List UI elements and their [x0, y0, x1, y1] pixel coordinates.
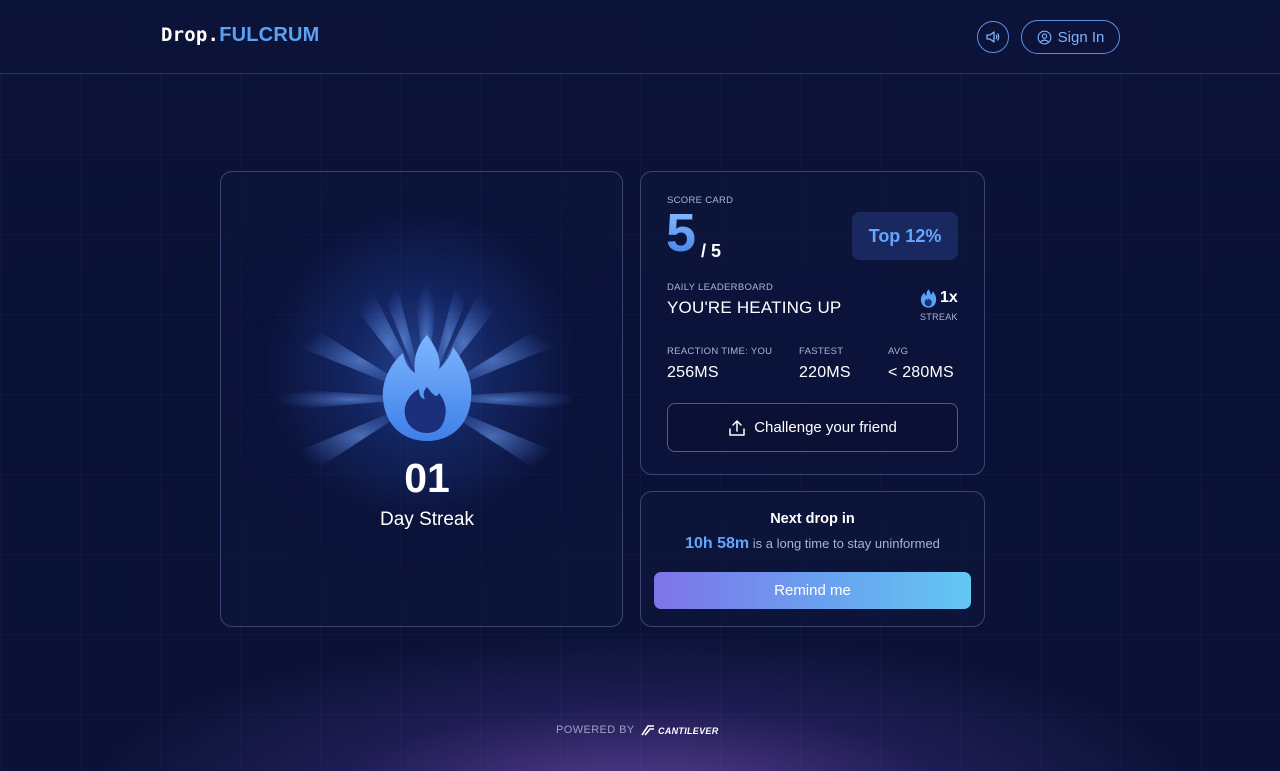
app-logo[interactable]: Drop.FULCRUM [161, 24, 319, 47]
stat-value-avg: < 280MS [888, 364, 954, 381]
speaker-icon [986, 31, 1000, 43]
streak-count: 01 [404, 455, 450, 501]
rank-badge: Top 12% [852, 212, 958, 260]
streak-label: Day Streak [380, 509, 474, 530]
cantilever-logo[interactable]: CANTILEVER [640, 722, 719, 740]
sound-toggle-button[interactable] [977, 21, 1009, 53]
powered-by-text: POWERED BY [556, 724, 635, 736]
sign-in-label: Sign In [1057, 28, 1105, 46]
next-drop-countdown: 10h 58m is a long time to stay uninforme… [640, 535, 985, 553]
stat-label-avg: AVG [888, 346, 909, 357]
logo-fulcrum-text: FULCRUM [219, 24, 320, 46]
leaderboard-label: DAILY LEADERBOARD [667, 282, 774, 293]
challenge-label: Challenge your friend [754, 419, 897, 436]
logo-drop-text: Drop. [161, 24, 220, 46]
flame-icon [382, 335, 472, 441]
status-text: YOU'RE HEATING UP [667, 298, 842, 317]
cantilever-mark-icon [641, 725, 654, 736]
remind-me-label: Remind me [774, 582, 851, 599]
remind-me-button[interactable]: Remind me [654, 572, 971, 609]
sign-in-button[interactable]: Sign In [1021, 20, 1120, 54]
streak-multiplier-label: STREAK [920, 312, 958, 322]
next-drop-title: Next drop in [770, 511, 855, 527]
stat-label-fastest: FASTEST [799, 346, 844, 357]
score-total: / 5 [701, 241, 722, 261]
user-circle-icon [1037, 30, 1052, 44]
cantilever-brand: CANTILEVER [658, 726, 719, 736]
score-value: 5 [666, 203, 697, 263]
stat-label-reaction: REACTION TIME: YOU [667, 346, 773, 357]
countdown-time: 10h 58m [685, 535, 750, 552]
stat-value-reaction: 256MS [667, 364, 719, 381]
streak-multiplier: 1x [940, 289, 958, 306]
challenge-friend-button[interactable]: Challenge your friend [667, 403, 958, 452]
top-bar: Drop.FULCRUM Sign In [0, 0, 1280, 74]
share-icon [729, 419, 745, 436]
stat-value-fastest: 220MS [799, 364, 851, 381]
countdown-suffix: is a long time to stay uninformed [752, 536, 940, 551]
streak-flame-icon [920, 289, 937, 308]
